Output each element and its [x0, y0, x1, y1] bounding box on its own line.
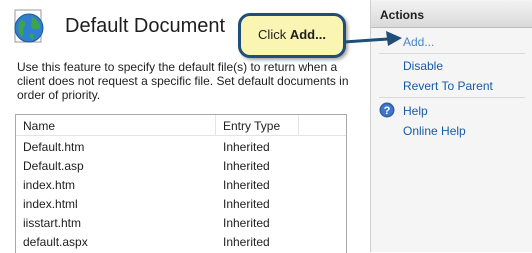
divider	[379, 97, 525, 98]
column-divider	[298, 115, 299, 135]
globe-document-icon	[14, 9, 44, 43]
cell-entry-type: Inherited	[223, 216, 270, 230]
default-documents-table: Name Entry Type Default.htm Inherited De…	[15, 114, 347, 253]
cell-name: iisstart.htm	[23, 216, 82, 230]
cell-entry-type: Inherited	[223, 197, 270, 211]
table-row[interactable]: iisstart.htm Inherited	[16, 212, 346, 231]
actions-header: Actions	[371, 1, 532, 28]
callout-text: Click Add...	[241, 27, 343, 42]
table-row[interactable]: Default.htm Inherited	[16, 136, 346, 155]
callout-prefix: Click	[258, 27, 290, 42]
svg-text:?: ?	[384, 105, 391, 117]
divider	[379, 53, 525, 54]
disable-link[interactable]: Disable	[403, 59, 443, 73]
instruction-callout: Click Add...	[238, 13, 346, 58]
table-row[interactable]: index.html Inherited	[16, 193, 346, 212]
online-help-link[interactable]: Online Help	[403, 124, 466, 138]
table-body: Default.htm Inherited Default.asp Inheri…	[16, 136, 346, 250]
cell-entry-type: Inherited	[223, 235, 270, 249]
column-header-name[interactable]: Name	[23, 119, 55, 133]
cell-name: index.html	[23, 197, 78, 211]
help-icon: ?	[379, 102, 395, 118]
cell-entry-type: Inherited	[223, 159, 270, 173]
table-row[interactable]: default.aspx Inherited	[16, 231, 346, 250]
table-row[interactable]: index.htm Inherited	[16, 174, 346, 193]
arrow-icon	[344, 31, 402, 46]
table-header: Name Entry Type	[16, 115, 346, 136]
cell-name: default.aspx	[23, 235, 88, 249]
revert-to-parent-link[interactable]: Revert To Parent	[403, 79, 493, 93]
add-link[interactable]: Add...	[403, 35, 434, 49]
feature-description: Use this feature to specify the default …	[17, 60, 349, 102]
cell-name: index.htm	[23, 178, 76, 192]
column-divider	[215, 115, 216, 135]
help-link[interactable]: Help	[403, 104, 428, 118]
cell-name: Default.asp	[23, 159, 84, 173]
page-title: Default Document	[65, 15, 226, 37]
cell-name: Default.htm	[23, 140, 85, 154]
actions-title: Actions	[380, 8, 425, 22]
table-row[interactable]: Default.asp Inherited	[16, 155, 346, 174]
cell-entry-type: Inherited	[223, 140, 270, 154]
column-header-entry-type[interactable]: Entry Type	[223, 119, 280, 133]
cell-entry-type: Inherited	[223, 178, 270, 192]
callout-bold: Add...	[289, 27, 326, 42]
